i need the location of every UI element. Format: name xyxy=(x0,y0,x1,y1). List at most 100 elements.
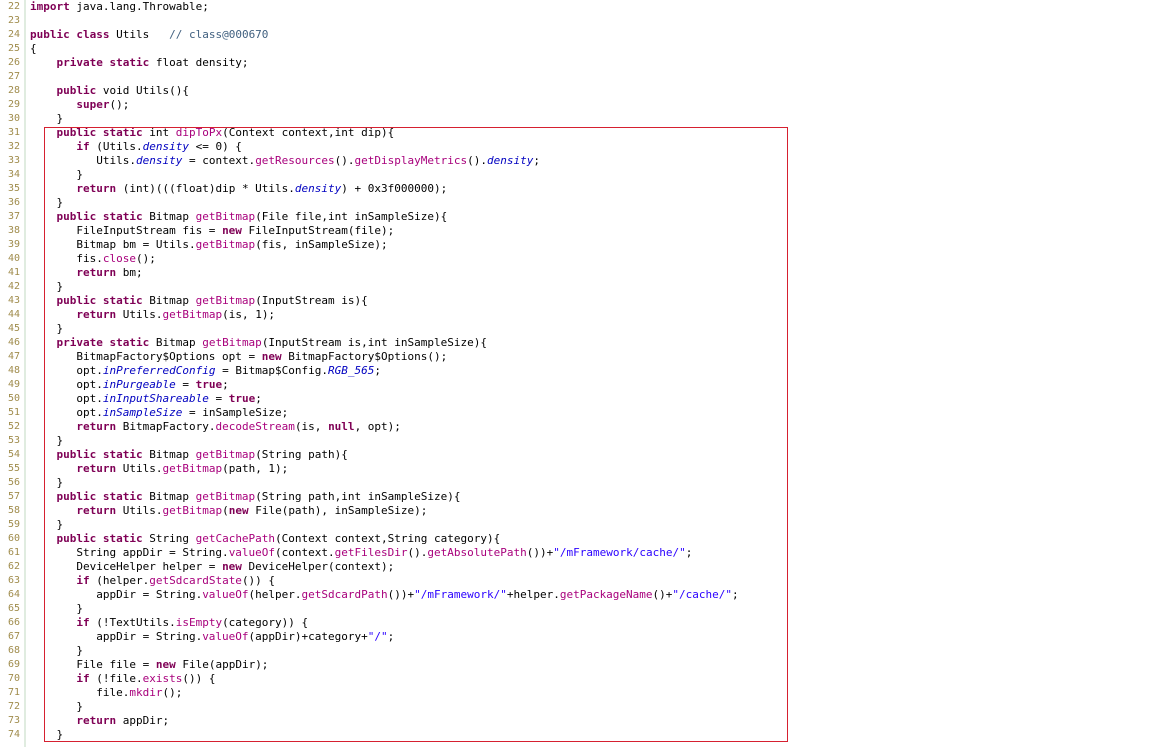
code-line[interactable]: 55 return Utils.getBitmap(path, 1); xyxy=(0,462,1165,476)
code-line[interactable]: 47 BitmapFactory$Options opt = new Bitma… xyxy=(0,350,1165,364)
code-text: (fis, inSampleSize); xyxy=(255,238,388,251)
code-text: } xyxy=(30,112,64,125)
code-text: ())+ xyxy=(526,546,554,559)
code-text: float density; xyxy=(149,56,249,69)
method-name: getBitmap xyxy=(162,308,223,321)
code-line[interactable]: 72 } xyxy=(0,700,1165,714)
code-line[interactable]: 64 appDir = String.valueOf(helper.getSdc… xyxy=(0,588,1165,602)
code-line[interactable]: 49 opt.inPurgeable = true; xyxy=(0,378,1165,392)
code-line[interactable]: 68 } xyxy=(0,644,1165,658)
code-line[interactable]: 34 } xyxy=(0,168,1165,182)
code-line[interactable]: 41 return bm; xyxy=(0,266,1165,280)
code-line[interactable]: 69 File file = new File(appDir); xyxy=(0,658,1165,672)
code-line[interactable]: 74 } xyxy=(0,728,1165,742)
code-line[interactable]: 37 public static Bitmap getBitmap(File f… xyxy=(0,210,1165,224)
code-line[interactable]: 50 opt.inInputShareable = true; xyxy=(0,392,1165,406)
code-line[interactable]: 71 file.mkdir(); xyxy=(0,686,1165,700)
code-line[interactable]: 58 return Utils.getBitmap(new File(path)… xyxy=(0,504,1165,518)
code-line[interactable]: 29 super(); xyxy=(0,98,1165,112)
code-line[interactable]: 22 import java.lang.Throwable; xyxy=(0,0,1165,14)
code-text: Utils. xyxy=(30,154,136,167)
code-line[interactable]: 61 String appDir = String.valueOf(contex… xyxy=(0,546,1165,560)
code-line[interactable]: 33 Utils.density = context.getResources(… xyxy=(0,154,1165,168)
code-line[interactable]: 30 } xyxy=(0,112,1165,126)
code-text: Bitmap xyxy=(142,294,196,307)
line-number: 42 xyxy=(7,281,20,292)
code-line[interactable]: 43 public static Bitmap getBitmap(InputS… xyxy=(0,294,1165,308)
line-number: 47 xyxy=(7,351,20,362)
field-name: density xyxy=(487,154,534,167)
keyword: private static xyxy=(56,56,150,69)
code-text: ; xyxy=(685,546,693,559)
line-number: 51 xyxy=(7,407,20,418)
code-line[interactable]: 25 { xyxy=(0,42,1165,56)
code-line[interactable]: 35 return (int)(((float)dip * Utils.dens… xyxy=(0,182,1165,196)
code-text: opt. xyxy=(30,378,103,391)
code-text: ; xyxy=(255,392,262,405)
code-line[interactable]: 53 } xyxy=(0,434,1165,448)
code-text: } xyxy=(30,518,64,531)
code-line[interactable]: 48 opt.inPreferredConfig = Bitmap$Config… xyxy=(0,364,1165,378)
code-line-text: return Utils.getBitmap(new File(path), i… xyxy=(30,504,427,518)
method-name: valueOf xyxy=(202,588,249,601)
line-number: 73 xyxy=(7,715,20,726)
keyword: new xyxy=(222,224,242,237)
code-text: (InputStream is){ xyxy=(255,294,368,307)
code-line-text: return Utils.getBitmap(path, 1); xyxy=(30,462,288,476)
code-line[interactable]: 63 if (helper.getSdcardState()) { xyxy=(0,574,1165,588)
method-name: getBitmap xyxy=(195,448,256,461)
code-line[interactable]: 52 return BitmapFactory.decodeStream(is,… xyxy=(0,420,1165,434)
code-line[interactable]: 65 } xyxy=(0,602,1165,616)
code-line[interactable]: 70 if (!file.exists()) { xyxy=(0,672,1165,686)
code-line[interactable]: 56 } xyxy=(0,476,1165,490)
code-text: BitmapFactory. xyxy=(116,420,216,433)
code-line[interactable]: 42 } xyxy=(0,280,1165,294)
comment: // class@000670 xyxy=(169,28,269,41)
code-text: Bitmap xyxy=(142,490,196,503)
code-line-text: } xyxy=(30,196,63,210)
code-line[interactable]: 24 public class Utils // class@000670 xyxy=(0,28,1165,42)
code-line[interactable]: 73 return appDir; xyxy=(0,714,1165,728)
code-line-text: public static int dipToPx(Context contex… xyxy=(30,126,395,140)
code-line[interactable]: 39 Bitmap bm = Utils.getBitmap(fis, inSa… xyxy=(0,238,1165,252)
code-text: BitmapFactory$Options opt = xyxy=(30,350,262,363)
keyword: if xyxy=(76,140,90,153)
code-line[interactable]: 62 DeviceHelper helper = new DeviceHelpe… xyxy=(0,560,1165,574)
code-line-text: public static Bitmap getBitmap(String pa… xyxy=(30,490,461,504)
code-line[interactable]: 23 xyxy=(0,14,1165,28)
code-text: ())+ xyxy=(387,588,415,601)
code-line[interactable]: 26 private static float density; xyxy=(0,56,1165,70)
code-line[interactable]: 67 appDir = String.valueOf(appDir)+categ… xyxy=(0,630,1165,644)
code-line[interactable]: 27 xyxy=(0,70,1165,84)
code-line[interactable]: 46 private static Bitmap getBitmap(Input… xyxy=(0,336,1165,350)
code-text: (String path){ xyxy=(255,448,348,461)
code-line[interactable]: 32 if (Utils.density <= 0) { xyxy=(0,140,1165,154)
keyword: public static xyxy=(56,294,143,307)
code-area[interactable]: 22 import java.lang.Throwable; 23 24 public … xyxy=(0,0,1165,742)
code-line[interactable]: 31 public static int dipToPx(Context con… xyxy=(0,126,1165,140)
code-text: = context. xyxy=(182,154,256,167)
code-line[interactable]: 57 public static Bitmap getBitmap(String… xyxy=(0,490,1165,504)
line-number: 25 xyxy=(7,43,20,54)
code-line[interactable]: 51 opt.inSampleSize = inSampleSize; xyxy=(0,406,1165,420)
code-line[interactable]: 54 public static Bitmap getBitmap(String… xyxy=(0,448,1165,462)
code-line[interactable]: 40 fis.close(); xyxy=(0,252,1165,266)
keyword: import xyxy=(30,0,70,13)
code-line-text: } xyxy=(30,280,63,294)
code-line[interactable]: 36 } xyxy=(0,196,1165,210)
code-line[interactable]: 28 public void Utils(){ xyxy=(0,84,1165,98)
code-text: (). xyxy=(467,154,488,167)
code-line[interactable]: 59 } xyxy=(0,518,1165,532)
code-line[interactable]: 60 public static String getCachePath(Con… xyxy=(0,532,1165,546)
code-line[interactable]: 45 } xyxy=(0,322,1165,336)
code-line[interactable]: 44 return Utils.getBitmap(is, 1); xyxy=(0,308,1165,322)
code-line[interactable]: 38 FileInputStream fis = new FileInputSt… xyxy=(0,224,1165,238)
code-line[interactable]: 66 if (!TextUtils.isEmpty(category)) { xyxy=(0,616,1165,630)
code-editor[interactable]: 22 import java.lang.Throwable; 23 24 public … xyxy=(0,0,1165,747)
